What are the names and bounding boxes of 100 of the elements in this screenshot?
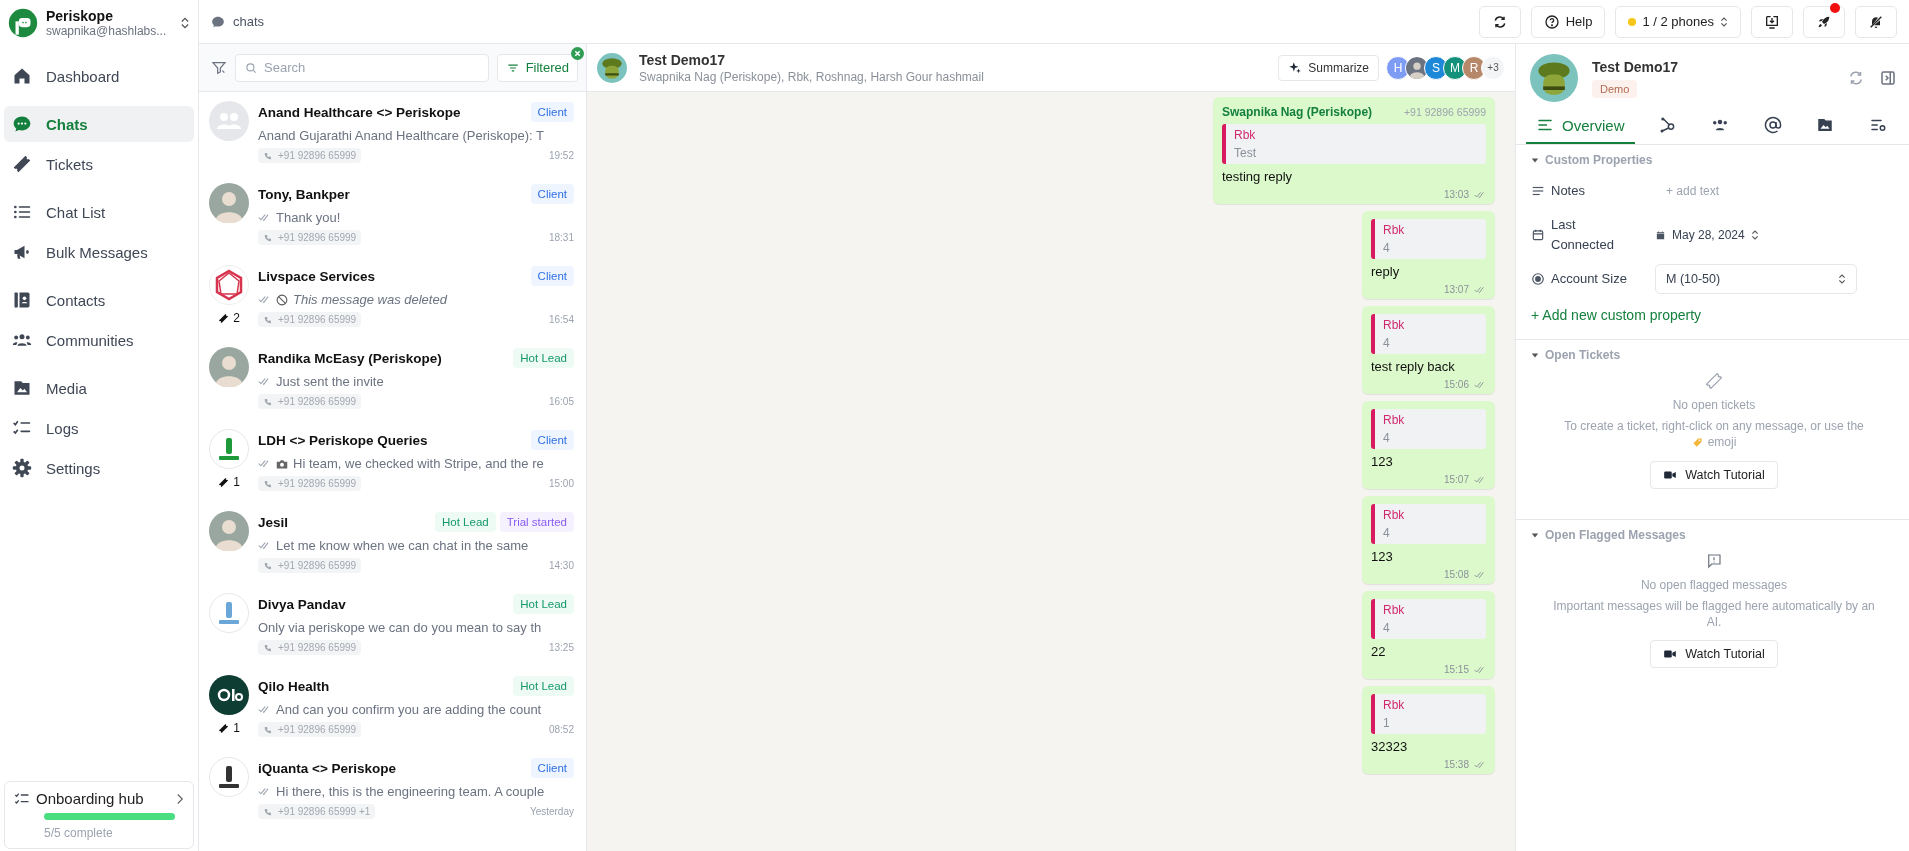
quote-text: 1	[1383, 716, 1391, 730]
person-avatar-icon	[209, 511, 249, 551]
phone-chip: +91 92896 65999	[258, 312, 362, 327]
quote-author: Rbk	[1383, 698, 1406, 712]
chat-list-item[interactable]: 2 Livspace Services Client This message was deleted +91 92896 65999 16:54	[199, 256, 586, 338]
quoted-message[interactable]: Rbk 4	[1371, 219, 1486, 259]
mute-button[interactable]	[1855, 5, 1897, 38]
nav-item[interactable]: Contacts	[4, 282, 194, 318]
ticket-icon	[218, 312, 230, 324]
onboarding-title: Onboarding hub	[36, 790, 145, 807]
message-time: 15:06	[1443, 379, 1469, 390]
message-text: 32323	[1371, 739, 1409, 754]
chat-name: LDH <> Periskope Queries	[258, 432, 428, 448]
quoted-message[interactable]: Rbk 4	[1371, 504, 1486, 544]
empty-state-hint: To create a ticket, right-click on any message, or use the	[1564, 418, 1864, 435]
empty-state-hint: Important messages will be flagged here automatically by an AI.	[1552, 597, 1876, 631]
empty-state-title: No open flagged messages	[1640, 577, 1788, 592]
chat-list-item[interactable]: 1 LDH <> Periskope Queries Client Hi team, we checked with Stripe, and the re +91 92896 65999 15:00	[199, 420, 586, 502]
clear-filter-icon[interactable]	[571, 46, 584, 60]
tag: Hot Lead	[513, 594, 574, 614]
more-members-count: +3	[1481, 55, 1505, 80]
nav-item[interactable]: Settings	[4, 450, 194, 486]
phone-chip: +91 92896 65999	[258, 230, 362, 245]
quoted-message[interactable]: Rbk 1	[1371, 694, 1486, 734]
nav-item[interactable]: Chat List	[4, 194, 194, 230]
add-property-link[interactable]: + Add new custom property	[1531, 307, 1897, 324]
watch-tutorial-button[interactable]: Watch Tutorial	[1650, 640, 1778, 669]
watch-tutorial-button[interactable]: Watch Tutorial	[1650, 460, 1778, 489]
message-preview: Anand Gujarathi Anand Healthcare (Periskope): T	[258, 128, 544, 143]
notes-icon	[1531, 184, 1545, 198]
quoted-message[interactable]: Rbk 4	[1371, 599, 1486, 639]
phone-icon	[264, 233, 272, 242]
nav-item[interactable]: Media	[4, 370, 194, 406]
chat-time: 15:00	[548, 478, 574, 489]
ticket-count: 2	[233, 311, 240, 325]
message-text: 123	[1371, 454, 1394, 469]
filter-icon[interactable]	[211, 59, 227, 76]
summarize-button[interactable]: Summarize	[1278, 54, 1379, 81]
phone-chip: +91 92896 65999	[258, 640, 362, 655]
message-preview: Just sent the invite	[276, 374, 384, 389]
chat-list-item[interactable]: iQuanta <> Periskope Client Hi there, this is the engineering team. A couple +91 92896 65999 +1 Yesterday	[199, 748, 586, 830]
tag: Trial started	[499, 512, 574, 532]
nav-item[interactable]: Bulk Messages	[4, 234, 194, 270]
nav-item[interactable]: Chats	[4, 106, 194, 142]
chat-list-item[interactable]: Divya Pandav Hot Lead Only via periskope we can do you mean to say th +91 92896 65999 13:25	[199, 584, 586, 666]
date-picker[interactable]: May 28, 2024	[1655, 228, 1759, 243]
read-ticks-icon	[1474, 570, 1486, 579]
onboarding-card[interactable]: Onboarding hub 5/5 complete	[4, 781, 194, 849]
phone-icon	[264, 151, 272, 160]
help-button[interactable]: Help	[1530, 5, 1606, 38]
phone-icon	[264, 479, 272, 488]
phones-dropdown[interactable]: 1 / 2 phones	[1615, 5, 1741, 38]
status-dot	[1628, 17, 1637, 26]
rocket-button[interactable]	[1803, 5, 1845, 38]
collapse-panel-icon[interactable]	[1879, 69, 1897, 87]
phone-chip: +91 92896 65999	[258, 148, 362, 163]
quoted-message[interactable]: Rbk 4	[1371, 409, 1486, 449]
ticket-icon	[218, 722, 230, 734]
read-ticks-icon	[1474, 380, 1486, 389]
chat-time: 14:30	[548, 560, 574, 571]
chat-list-item[interactable]: 1 Qilo Health Hot Lead And can you confirm you are adding the count +91 92896 65999 08:52	[199, 666, 586, 748]
chat-list-item[interactable]: Randika McEasy (Periskope) Hot Lead Just sent the invite +91 92896 65999 16:05	[199, 338, 586, 420]
chat-list-item[interactable]: Anand Healthcare <> Periskope Client Anand Gujarathi Anand Healthcare (Periskope): T +91 92896 65999 19:52	[199, 92, 586, 174]
quoted-message[interactable]: Rbk Test	[1222, 124, 1486, 164]
chat-name: iQuanta <> Periskope	[258, 760, 397, 776]
quote-text: 4	[1383, 431, 1391, 445]
chat-name: Qilo Health	[258, 678, 330, 694]
phone-icon	[264, 315, 272, 324]
empty-state-hint: emoji	[1707, 434, 1737, 451]
chat-list-item[interactable]: Jesil Hot Lead Trial started Let me know when we can chat in the same +91 92896 65999 14:30	[199, 502, 586, 584]
nav-item[interactable]: Dashboard	[4, 58, 194, 94]
message-time: 13:03	[1443, 189, 1469, 200]
up-down-chevron-icon	[1838, 273, 1846, 286]
image-icon	[12, 378, 32, 398]
message-preview: And can you confirm you are adding the count	[276, 702, 542, 717]
nav-item[interactable]: Communities	[4, 322, 194, 358]
phone-icon	[264, 397, 272, 406]
search-field[interactable]: Search	[235, 53, 489, 82]
contact-name: Test Demo17	[1592, 58, 1679, 75]
periskope-logo-icon	[8, 8, 38, 38]
chat-title: Test Demo17	[639, 51, 727, 68]
tag: Hot Lead	[513, 676, 574, 696]
contact-avatar-icon	[1530, 54, 1578, 102]
chat-list-item[interactable]: Tony, Bankper Client Thank you! +91 92896 65999 18:31	[199, 174, 586, 256]
property-label: Account Size	[1551, 270, 1628, 289]
group-avatar-icon	[209, 101, 249, 141]
phone-chip: +91 92896 65999	[258, 558, 362, 573]
phone-chip: +91 92896 65999	[258, 476, 362, 491]
switch-workspace-icon[interactable]	[180, 16, 190, 30]
nav-item[interactable]: Logs	[4, 410, 194, 446]
message-preview: Hi team, we checked with Stripe, and the re	[293, 456, 544, 471]
nav-item[interactable]: Tickets	[4, 146, 194, 182]
select-field[interactable]: M (10-50)	[1655, 264, 1857, 295]
filter-button[interactable]: Filtered	[496, 53, 578, 82]
download-button[interactable]	[1751, 5, 1793, 38]
quoted-message[interactable]: Rbk 4	[1371, 314, 1486, 354]
panel-tab[interactable]: Overview	[1526, 108, 1635, 144]
refresh-button[interactable]	[1478, 5, 1521, 38]
phone-icon	[264, 725, 272, 734]
contact-avatar-icon	[597, 52, 627, 83]
